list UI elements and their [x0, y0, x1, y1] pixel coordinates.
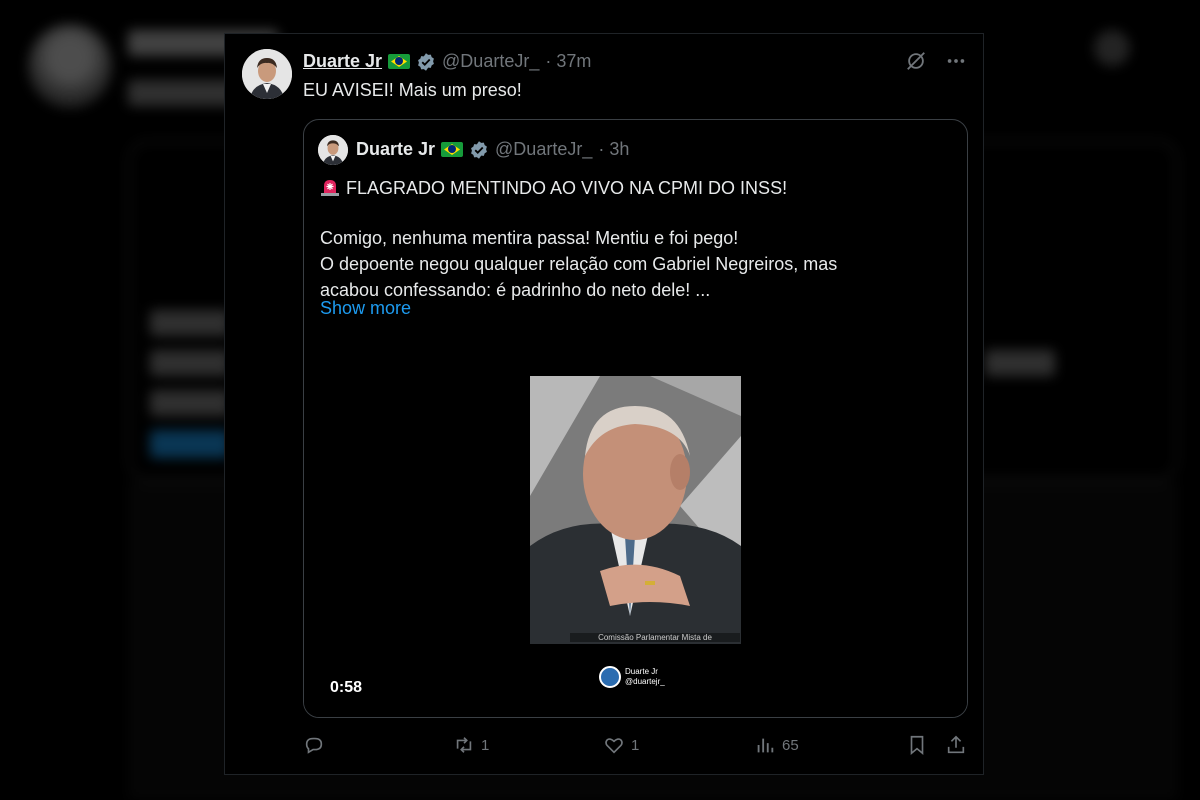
quoted-line-2: Comigo, nenhuma mentira passa! Mentiu e …	[320, 228, 739, 248]
show-more-link[interactable]: Show more	[320, 298, 411, 319]
video-caption: Comissão Parlamentar Mista de	[570, 633, 740, 642]
views-count: 65	[782, 736, 799, 754]
quoted-author-avatar[interactable]	[318, 135, 348, 165]
video-watermark: Duarte Jr @duartejr_	[599, 666, 665, 688]
video-thumbnail[interactable]: Comissão Parlamentar Mista de	[530, 376, 741, 644]
author-name[interactable]: Duarte Jr	[303, 51, 382, 72]
quoted-tweet-header: Duarte Jr @DuarteJr_ · 3h	[356, 139, 629, 160]
tweet-top-actions	[905, 50, 967, 72]
bookmark-button[interactable]	[906, 734, 928, 756]
quoted-line-3: O depoente negou qualquer relação com Ga…	[320, 254, 838, 274]
author-avatar[interactable]	[242, 49, 292, 99]
quoted-tweet-text: FLAGRADO MENTINDO AO VIVO NA CPMI DO INS…	[320, 175, 950, 303]
repost-icon	[456, 737, 472, 753]
bookmark-icon	[910, 735, 924, 756]
tweet[interactable]: Duarte Jr @DuarteJr_ · 37m EU AVISEI! Ma…	[224, 33, 984, 775]
tweet-header: Duarte Jr @DuarteJr_ · 37m	[303, 51, 591, 72]
watermark-name: Duarte Jr	[625, 667, 658, 676]
watermark-logo-icon	[599, 666, 621, 688]
video-player[interactable]: Comissão Parlamentar Mista de Duarte Jr …	[304, 348, 967, 717]
watermark-handle: @duartejr_	[625, 677, 665, 686]
like-button[interactable]: 1	[603, 734, 639, 756]
repost-count: 1	[481, 736, 490, 754]
quoted-author-name[interactable]: Duarte Jr	[356, 139, 435, 160]
views-icon	[757, 738, 774, 753]
tweet-time[interactable]: · 37m	[545, 51, 591, 72]
tweet-actions: 1 1 65	[303, 734, 971, 760]
quoted-line-4: acabou confessando: é padrinho do neto d…	[320, 280, 711, 300]
siren-emoji-icon	[321, 180, 339, 196]
grok-icon[interactable]	[905, 50, 927, 72]
brazil-flag-icon	[441, 142, 464, 157]
views-button[interactable]: 65	[754, 734, 799, 756]
like-count: 1	[631, 736, 640, 754]
share-icon	[947, 735, 965, 754]
reply-icon	[305, 737, 323, 754]
quoted-tweet[interactable]: Duarte Jr @DuarteJr_ · 3h FLAGRADO MENTI…	[303, 119, 968, 718]
share-button[interactable]	[945, 734, 967, 756]
tweet-text: EU AVISEI! Mais um preso!	[303, 80, 522, 100]
reply-button[interactable]	[303, 734, 331, 756]
author-handle[interactable]: @DuarteJr_	[442, 51, 539, 72]
quoted-author-handle[interactable]: @DuarteJr_	[495, 139, 592, 160]
repost-button[interactable]: 1	[453, 734, 489, 756]
brazil-flag-icon	[388, 54, 411, 69]
video-duration: 0:58	[330, 679, 363, 696]
verified-badge-icon	[418, 52, 434, 71]
verified-badge-icon	[471, 140, 487, 159]
quoted-line-1: FLAGRADO MENTINDO AO VIVO NA CPMI DO INS…	[346, 178, 788, 198]
heart-icon	[605, 738, 623, 754]
quoted-tweet-time[interactable]: · 3h	[598, 139, 629, 160]
more-icon[interactable]	[945, 50, 967, 72]
